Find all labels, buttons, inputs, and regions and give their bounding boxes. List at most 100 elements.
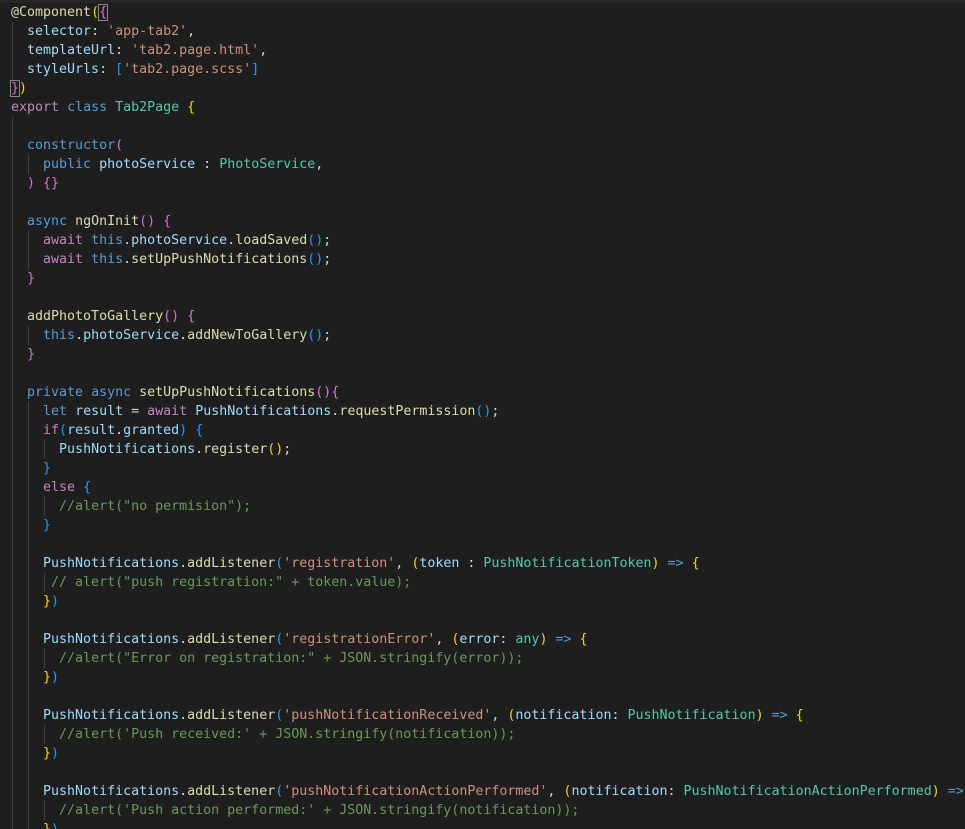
code-line[interactable]: }) [9,79,27,98]
code-token: result [67,423,116,438]
code-line[interactable]: await this.photoService.loadSaved(); [11,231,331,250]
code-line[interactable]: this.photoService.addNewToGallery(); [11,326,331,345]
code-line[interactable]: else { [11,478,91,497]
code-line[interactable]: ) {} [11,174,59,193]
code-token: = [123,404,148,419]
code-token: this [91,252,124,267]
code-line[interactable]: }) [11,744,59,763]
code-line[interactable]: styleUrls: ['tab2.page.scss'] [11,60,259,79]
code-token: //alert("Error on registration:" + JSON.… [59,651,524,666]
code-line[interactable]: @Component({ [11,3,109,22]
code-token: { [795,708,804,723]
code-token: => [947,784,964,799]
code-line[interactable]: async ngOnInit() { [11,212,171,231]
code-line[interactable]: } [11,269,35,288]
code-token: () [307,233,324,248]
code-line[interactable]: PushNotifications.register(); [11,440,291,459]
code-token: @Component [11,5,92,20]
code-token: : [91,24,108,39]
code-token: : [99,62,116,77]
code-line[interactable]: //alert('Push action performed:' + JSON.… [11,801,579,820]
code-line[interactable]: public photoService : PhotoService, [11,155,323,174]
code-token: {} [43,176,60,191]
code-token: ) [651,556,660,571]
code-token: . [179,556,188,571]
code-token: . [179,708,188,723]
code-line[interactable]: constructor( [11,136,123,155]
code-line[interactable]: PushNotifications.addListener('registrat… [11,630,587,649]
code-editor[interactable]: @Component({ selector: 'app-tab2', templ… [0,0,965,829]
code-token: public [43,157,92,172]
code-token: } [43,746,52,761]
code-token: => [771,708,788,723]
code-token: 'app-tab2' [107,24,188,39]
code-token: error [459,632,500,647]
code-token: () [267,442,284,457]
code-token: . [195,442,204,457]
code-token: photoService [83,328,180,343]
code-line[interactable]: } [11,516,51,535]
code-token: await [43,233,84,248]
code-line[interactable]: //alert("Error on registration:" + JSON.… [11,649,523,668]
code-line[interactable]: PushNotifications.addListener('pushNotif… [11,782,965,801]
code-line[interactable]: if(result.granted) { [11,421,203,440]
code-line[interactable]: selector: 'app-tab2', [11,22,195,41]
code-token: let [43,404,68,419]
code-line[interactable]: PushNotifications.addListener('registrat… [11,554,700,573]
code-line[interactable]: } [11,345,35,364]
code-token: ngOnInit [75,214,140,229]
code-token: addPhotoToGallery [27,309,164,324]
code-line[interactable]: //alert('Push received:' + JSON.stringif… [11,725,515,744]
code-token: ) [51,670,60,685]
code-line[interactable]: }) [11,820,59,829]
code-line[interactable]: addPhotoToGallery() { [11,307,195,326]
code-token: () [315,385,332,400]
code-token: () [475,404,492,419]
code-token: } [43,518,52,533]
code-line[interactable]: let result = await PushNotifications.req… [11,402,499,421]
code-token: ) [931,784,940,799]
code-line[interactable]: }) [11,668,59,687]
code-line[interactable]: }) [11,592,59,611]
code-line[interactable]: await this.setUpPushNotifications(); [11,250,331,269]
code-line[interactable]: } [11,459,51,478]
code-line[interactable]: private async setUpPushNotifications(){ [11,383,339,402]
code-token: constructor [27,138,116,153]
code-token: } [27,271,36,286]
code-line[interactable]: templateUrl: 'tab2.page.html', [11,41,267,60]
code-token: . [123,252,132,267]
code-line[interactable]: export class Tab2Page { [11,98,195,117]
code-token: PushNotifications [43,556,180,571]
code-token: if [43,423,60,438]
code-token: //alert("no permision"); [59,499,252,514]
code-token: templateUrl [27,43,116,58]
code-token: { [691,556,700,571]
code-token: ) [51,746,60,761]
code-token: else [43,480,76,495]
code-token: => [667,556,684,571]
code-line[interactable]: //alert("no permision"); [11,497,251,516]
code-line[interactable]: PushNotifications.addListener('pushNotif… [11,706,804,725]
code-token: ( [91,5,100,20]
code-line[interactable]: // alert("push registration:" + token.va… [11,573,411,592]
code-token: export [11,100,60,115]
